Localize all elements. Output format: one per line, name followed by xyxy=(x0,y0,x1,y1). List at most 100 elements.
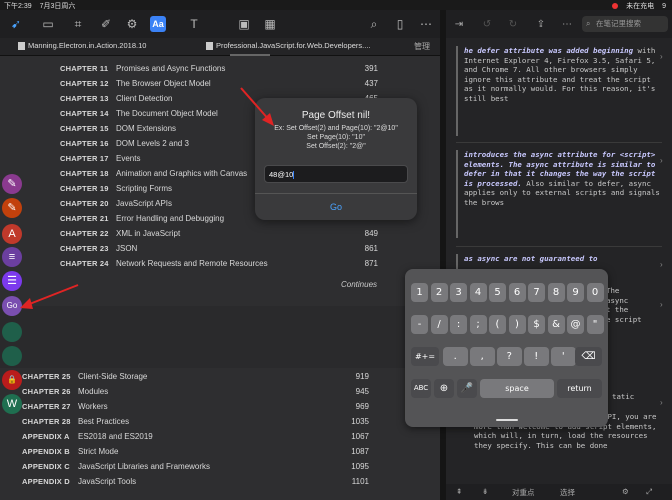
keyboard-key[interactable]: ' xyxy=(551,347,576,366)
bookmark-icon[interactable]: ▯ xyxy=(392,16,408,32)
keyboard-key[interactable]: " xyxy=(586,315,604,334)
more-options-icon[interactable]: ⋯ xyxy=(560,18,574,32)
note-card[interactable]: as async are not guaranteed to xyxy=(464,254,660,264)
chevron-right-icon[interactable]: › xyxy=(660,260,663,269)
note-card[interactable]: he defer attribute was added beginning w… xyxy=(464,46,660,103)
list-icon[interactable]: ≡ xyxy=(2,247,22,267)
abc-key[interactable]: ABC xyxy=(411,379,431,398)
document-icon[interactable]: ▭ xyxy=(40,16,56,32)
gear-icon[interactable]: ⚙ xyxy=(124,16,140,32)
toc-chapter-number: CHAPTER 19 xyxy=(60,184,109,193)
keyboard-key[interactable]: & xyxy=(547,315,565,334)
keyboard-key[interactable]: ( xyxy=(489,315,506,334)
symbols-toggle-key[interactable]: #+= xyxy=(411,347,439,366)
keyboard-key[interactable]: : xyxy=(450,315,467,334)
note-card[interactable]: introduces the async attribute for <scri… xyxy=(464,150,660,207)
lines-icon[interactable]: ☰ xyxy=(2,271,22,291)
keyboard-key[interactable]: ! xyxy=(524,347,549,366)
toc-row[interactable]: APPENDIX C JavaScript Libraries and Frame… xyxy=(22,462,369,474)
focus-button[interactable]: 对重点 xyxy=(512,487,535,498)
settings-icon[interactable]: ⚙ xyxy=(622,487,629,496)
keyboard-key[interactable]: 2 xyxy=(430,283,448,302)
keyboard-key[interactable]: 7 xyxy=(528,283,545,302)
undo-icon[interactable]: ↺ xyxy=(480,18,494,32)
more-icon[interactable]: ⋯ xyxy=(418,16,434,32)
keyboard-key[interactable]: ) xyxy=(508,315,526,334)
lock-icon[interactable]: 🔒 xyxy=(2,370,22,390)
keyboard-key[interactable]: . xyxy=(443,347,468,366)
manage-tabs-button[interactable]: 管理 xyxy=(414,41,430,52)
backspace-key[interactable]: ⌫ xyxy=(575,347,602,366)
table-icon[interactable]: ▦ xyxy=(262,16,278,32)
go-icon[interactable]: Go xyxy=(2,296,22,316)
blank-icon[interactable] xyxy=(2,322,22,342)
space-key[interactable]: space xyxy=(480,379,554,398)
notes-search-input[interactable]: ⌕ 在笔记里搜索 xyxy=(582,16,668,32)
toc-row[interactable]: APPENDIX A ES2018 and ES2019 1067 xyxy=(22,432,369,444)
brush-icon[interactable]: ✐ xyxy=(98,16,114,32)
keyboard-key[interactable]: - xyxy=(411,315,428,334)
keyboard-drag-handle[interactable] xyxy=(496,419,518,421)
keyboard-key[interactable]: 3 xyxy=(450,283,467,302)
keyboard-key[interactable]: $ xyxy=(528,315,545,334)
keyboard-key[interactable]: ? xyxy=(497,347,522,366)
chevron-right-icon[interactable]: › xyxy=(660,300,663,309)
toc-row[interactable]: CHAPTER 24 Network Requests and Remote Re… xyxy=(60,259,378,271)
keyboard-key[interactable]: 9 xyxy=(567,283,584,302)
tab-professional-javascript[interactable]: Professional.JavaScript.for.Web.Develope… xyxy=(206,41,371,53)
toc-chapter-title: Client-Side Storage xyxy=(78,372,148,381)
keyboard-key[interactable]: 5 xyxy=(489,283,506,302)
search-icon[interactable]: ⌕ xyxy=(366,16,382,32)
blank-icon-2[interactable] xyxy=(2,346,22,366)
pointer-icon[interactable]: ➹ xyxy=(8,16,24,32)
page-offset-input[interactable]: 48@10 xyxy=(264,165,408,183)
tab-electron-in-action[interactable]: Manning.Electron.in.Action.2018.10 xyxy=(18,41,146,53)
toc-row[interactable]: CHAPTER 26 Modules 945 xyxy=(22,387,369,399)
text-tool-icon[interactable]: A xyxy=(2,224,22,244)
crop-icon[interactable]: ⌗ xyxy=(70,16,86,32)
microphone-icon[interactable]: 🎤 xyxy=(457,379,477,398)
share-icon[interactable]: ⇪ xyxy=(534,18,548,32)
wc-icon[interactable]: W xyxy=(2,394,22,414)
globe-icon[interactable]: ⊕ xyxy=(434,379,454,398)
keyboard-key[interactable]: / xyxy=(430,315,448,334)
keyboard-key[interactable]: ; xyxy=(469,315,487,334)
chevron-right-icon[interactable]: › xyxy=(660,156,663,165)
toc-row[interactable]: CHAPTER 25 Client-Side Storage 919 xyxy=(22,372,369,384)
keyboard-key[interactable]: 4 xyxy=(469,283,487,302)
keyboard-key[interactable]: 1 xyxy=(411,283,428,302)
chevron-right-icon[interactable]: › xyxy=(660,398,663,407)
toc-row[interactable]: APPENDIX D JavaScript Tools 1101 xyxy=(22,477,369,489)
keyboard-key[interactable]: @ xyxy=(567,315,584,334)
document-tabs: Manning.Electron.in.Action.2018.10 Profe… xyxy=(0,38,440,56)
chevron-right-icon[interactable]: › xyxy=(660,52,663,61)
toc-row[interactable]: APPENDIX B Strict Mode 1087 xyxy=(22,447,369,459)
collapse-panel-icon[interactable]: ⇥ xyxy=(452,18,466,32)
note-card-partial[interactable]: The async t the e script xyxy=(606,286,656,324)
go-button[interactable]: Go xyxy=(255,202,417,212)
align-top-icon[interactable]: ⇞ xyxy=(456,487,462,496)
keyboard-key[interactable]: 0 xyxy=(586,283,604,302)
keyboard-key[interactable]: 8 xyxy=(547,283,565,302)
note-card-partial[interactable]: tatic xyxy=(612,392,662,402)
text-box-icon[interactable]: T xyxy=(186,16,202,32)
highlighter-icon[interactable]: ✎ xyxy=(2,174,22,194)
toc-row[interactable]: CHAPTER 22 XML in JavaScript 849 xyxy=(60,229,378,241)
expand-icon[interactable]: ⤢ xyxy=(646,487,652,497)
toc-row[interactable]: CHAPTER 28 Best Practices 1035 xyxy=(22,417,369,429)
toc-page-number: 945 xyxy=(355,387,369,396)
toc-row[interactable]: CHAPTER 23 JSON 861 xyxy=(60,244,378,256)
aa-icon[interactable]: Aa xyxy=(150,16,166,32)
keyboard-key[interactable]: , xyxy=(470,347,495,366)
pen-icon[interactable]: ✎ xyxy=(2,198,22,218)
note-separator xyxy=(456,246,662,247)
align-bottom-icon[interactable]: ⇟ xyxy=(482,487,488,496)
image-icon[interactable]: ▣ xyxy=(236,16,252,32)
toc-row[interactable]: CHAPTER 27 Workers 969 xyxy=(22,402,369,414)
redo-icon[interactable]: ↻ xyxy=(506,18,520,32)
toc-row[interactable]: CHAPTER 12 The Browser Object Model 437 xyxy=(60,79,378,91)
return-key[interactable]: return xyxy=(557,379,602,398)
select-button[interactable]: 选择 xyxy=(560,487,575,498)
toc-row[interactable]: CHAPTER 11 Promises and Async Functions 39… xyxy=(60,64,378,76)
keyboard-key[interactable]: 6 xyxy=(508,283,526,302)
